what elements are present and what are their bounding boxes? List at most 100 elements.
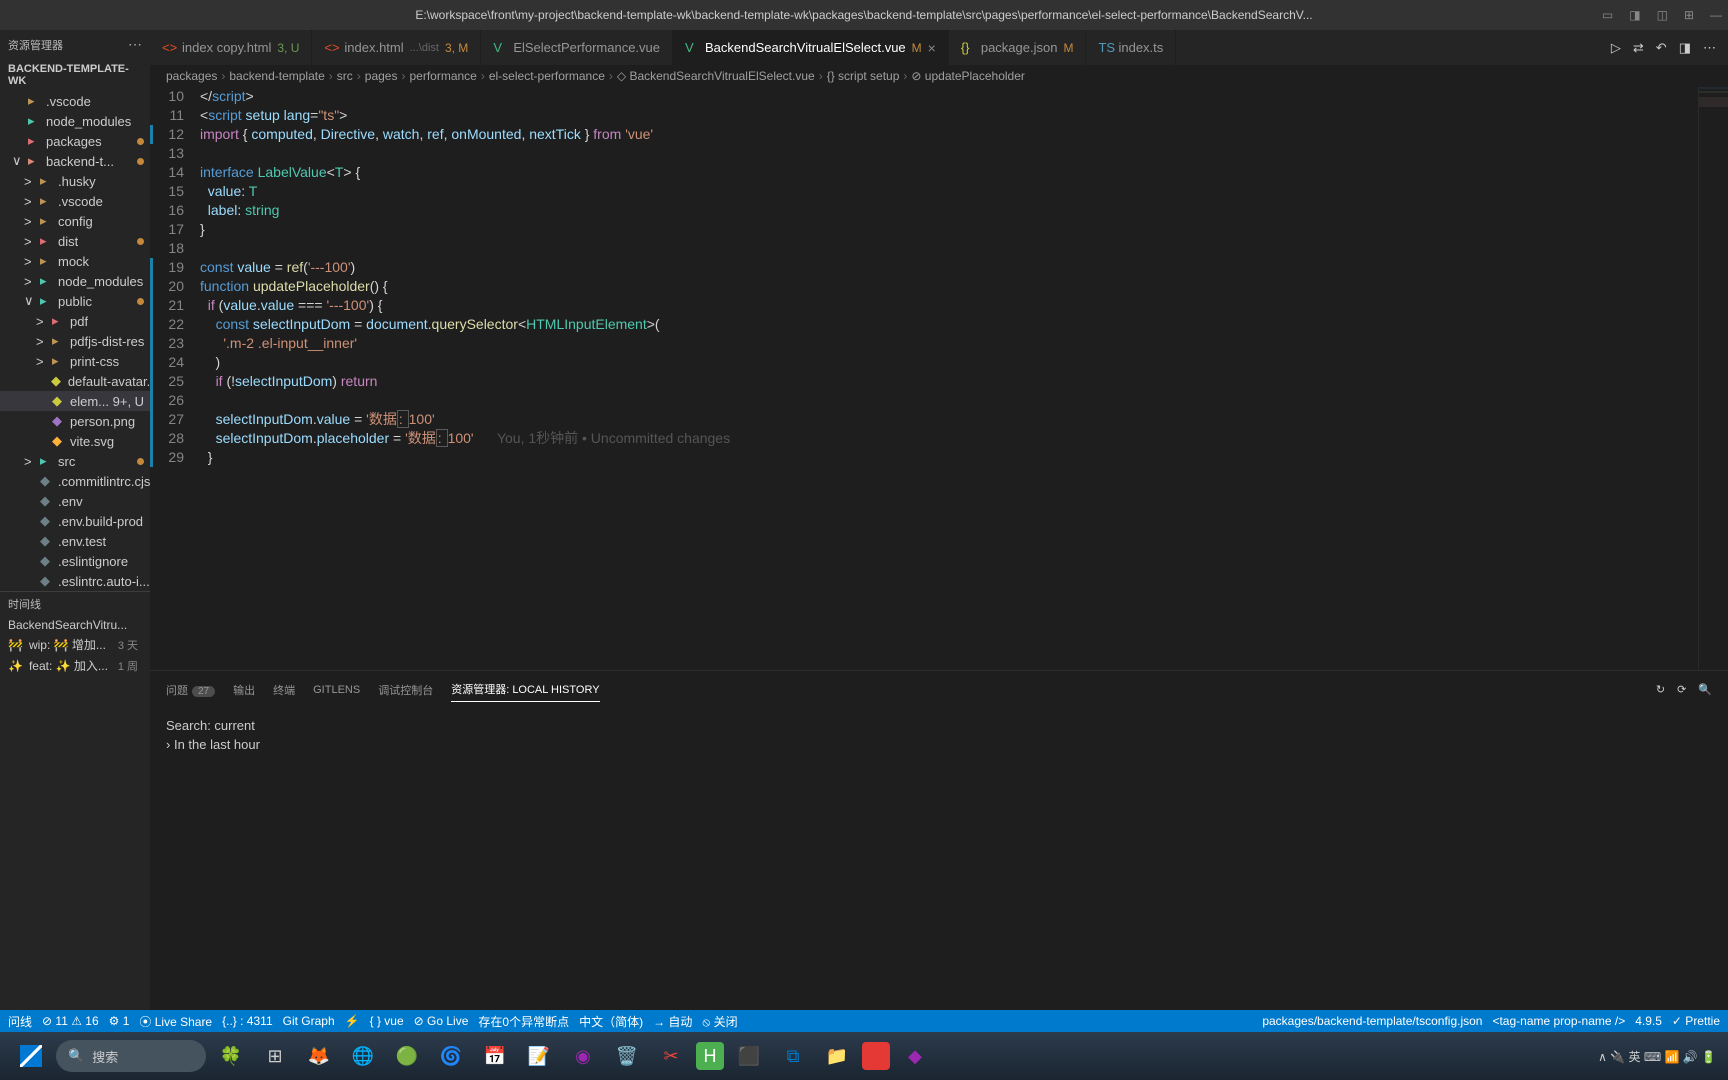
panel-tab[interactable]: 终端 [273, 678, 295, 702]
more-icon[interactable]: ⋯ [128, 36, 142, 53]
explorer-icon[interactable]: 📁 [818, 1037, 856, 1075]
tree-item[interactable]: ◆elem... 9+, U [0, 391, 150, 411]
breadcrumb[interactable]: packages›backend-template›src›pages›perf… [150, 65, 1728, 87]
panel-tab[interactable]: GITLENS [313, 680, 360, 700]
minimize-icon[interactable]: — [1710, 8, 1722, 22]
sidebar-section[interactable]: 时间线 [0, 591, 150, 616]
breadcrumb-item[interactable]: src [337, 69, 353, 83]
statusbar-item[interactable]: ⊘ 11 ⚠ 16 [42, 1014, 99, 1028]
statusbar-item[interactable]: ⊘ Go Live [414, 1014, 469, 1028]
tree-item[interactable]: >▸config [0, 211, 150, 231]
heidisql-icon[interactable]: H [696, 1042, 724, 1070]
customize-layout-icon[interactable]: ⊞ [1684, 8, 1694, 22]
tree-item[interactable]: >▸.husky [0, 171, 150, 191]
statusbar-item[interactable]: 中文（简体) [579, 1013, 643, 1030]
firefox-icon[interactable]: 🦊 [300, 1037, 338, 1075]
statusbar-item[interactable]: ⦿ Live Share [139, 1013, 212, 1030]
breadcrumb-item[interactable]: performance [409, 69, 476, 83]
statusbar-item[interactable]: Git Graph [283, 1014, 335, 1028]
editor-tab[interactable]: <>index copy.html3, U [150, 30, 312, 65]
refresh-icon[interactable]: ↻ [1656, 683, 1665, 696]
statusbar-item[interactable]: 4.9.5 [1635, 1014, 1662, 1028]
tree-item[interactable]: ▸packages [0, 131, 150, 151]
breadcrumb-item[interactable]: ⊘ updatePlaceholder [911, 69, 1024, 83]
calendar-icon[interactable]: 📅 [476, 1037, 514, 1075]
history-group[interactable]: › In the last hour [166, 735, 1712, 754]
panel-tab[interactable]: 问题27 [166, 678, 215, 702]
app-icon[interactable]: 🍀 [212, 1037, 250, 1075]
tree-item[interactable]: >▸dist [0, 231, 150, 251]
panel-tab[interactable]: 输出 [233, 678, 255, 702]
project-name[interactable]: BACKEND-TEMPLATE-WK [0, 59, 150, 91]
code-editor[interactable]: 1011121314151617181920212223242526272829… [150, 87, 1728, 670]
snipaste-icon[interactable]: ✂ [652, 1037, 690, 1075]
app-red-icon[interactable] [862, 1042, 890, 1070]
breadcrumb-item[interactable]: pages [365, 69, 398, 83]
close-icon[interactable]: × [928, 40, 936, 56]
tree-item[interactable]: >▸pdfjs-dist-res [0, 331, 150, 351]
tree-item[interactable]: ◆vite.svg [0, 431, 150, 451]
app-p-icon[interactable]: ◆ [896, 1037, 934, 1075]
editor-tab[interactable]: VElSelectPerformance.vue [481, 30, 673, 65]
tree-item[interactable]: ◆.env [0, 491, 150, 511]
timeline-item[interactable]: 🚧wip: 🚧 增加...3 天 [0, 634, 150, 655]
panel-tab[interactable]: 资源管理器: LOCAL HISTORY [451, 677, 599, 702]
statusbar-item[interactable]: {..} : 4311 [222, 1014, 273, 1028]
search-icon[interactable]: 🔍 [1698, 683, 1712, 696]
revert-icon[interactable]: ↶ [1656, 40, 1667, 56]
run-icon[interactable]: ▷ [1611, 40, 1621, 56]
chrome-icon[interactable]: 🌐 [344, 1037, 382, 1075]
timeline-item[interactable]: ✨feat: ✨ 加入...1 周 [0, 655, 150, 676]
breadcrumb-item[interactable]: packages [166, 69, 217, 83]
start-button[interactable] [12, 1037, 50, 1075]
notes-icon[interactable]: 📝 [520, 1037, 558, 1075]
statusbar-item[interactable]: { } vue [370, 1014, 404, 1028]
minimap[interactable] [1698, 87, 1728, 670]
tree-item[interactable]: >▸mock [0, 251, 150, 271]
tree-item[interactable]: ∨▸public [0, 291, 150, 311]
tree-item[interactable]: ◆person.png [0, 411, 150, 431]
editor-tab[interactable]: TSindex.ts [1086, 30, 1176, 65]
code-content[interactable]: </script><script setup lang="ts">import … [200, 87, 1698, 670]
tree-item[interactable]: >▸node_modules [0, 271, 150, 291]
tree-item[interactable]: ◆.env.test [0, 531, 150, 551]
breadcrumb-item[interactable]: {} script setup [827, 69, 900, 83]
statusbar-item[interactable]: packages/backend-template/tsconfig.json [1262, 1014, 1482, 1028]
tree-item[interactable]: ◆.eslintrc.auto-i... [0, 571, 150, 591]
statusbar-item[interactable]: ✓ Prettie [1672, 1014, 1720, 1028]
tree-item[interactable]: ◆default-avatar... [0, 371, 150, 391]
statusbar-item[interactable]: 存在0个异常断点 [478, 1013, 569, 1030]
breadcrumb-item[interactable]: ◇ BackendSearchVitrualElSelect.vue [617, 69, 815, 83]
taskbar-search[interactable]: 🔍 搜索 [56, 1040, 206, 1072]
statusbar-item[interactable]: <tag-name prop-name /> [1492, 1014, 1625, 1028]
system-tray[interactable]: ∧ 🔌 英 ⌨ 📶 🔊 🔋 [1598, 1048, 1716, 1065]
editor-tab[interactable]: VBackendSearchVitrualElSelect.vueM× [673, 30, 949, 65]
tree-item[interactable]: >▸.vscode [0, 191, 150, 211]
more-icon[interactable]: ⋯ [1703, 40, 1716, 56]
terminal-icon[interactable]: ⬛ [730, 1037, 768, 1075]
layout-icon[interactable]: ▭ [1602, 8, 1613, 22]
refresh2-icon[interactable]: ⟳ [1677, 683, 1686, 696]
tree-item[interactable]: >▸pdf [0, 311, 150, 331]
statusbar-item[interactable]: ⦸ 关闭 [702, 1013, 737, 1030]
editor-tab[interactable]: {}package.jsonM [949, 30, 1087, 65]
breadcrumb-item[interactable]: el-select-performance [489, 69, 605, 83]
edge-icon[interactable]: 🌀 [432, 1037, 470, 1075]
tree-item[interactable]: ▸node_modules [0, 111, 150, 131]
tree-item[interactable]: ◆.eslintignore [0, 551, 150, 571]
split-icon[interactable]: ◨ [1679, 40, 1691, 56]
statusbar-item[interactable]: 问线 [8, 1013, 32, 1030]
editor-tab[interactable]: <>index.html...\dist3, M [312, 30, 481, 65]
chrome2-icon[interactable]: 🟢 [388, 1037, 426, 1075]
layout-panel-icon[interactable]: ◨ [1629, 8, 1640, 22]
tree-item[interactable]: ◆.env.build-prod [0, 511, 150, 531]
breadcrumb-item[interactable]: backend-template [229, 69, 324, 83]
statusbar-item[interactable]: ⚙ 1 [109, 1014, 130, 1028]
task-view-icon[interactable]: ⊞ [256, 1037, 294, 1075]
layout-side-icon[interactable]: ◫ [1657, 8, 1668, 22]
tree-item[interactable]: ◆.commitlintrc.cjs [0, 471, 150, 491]
tree-item[interactable]: >▸print-css [0, 351, 150, 371]
files-icon[interactable]: 🗑️ [608, 1037, 646, 1075]
diff-icon[interactable]: ⇄ [1633, 40, 1644, 56]
tree-item[interactable]: ∨▸backend-t... [0, 151, 150, 171]
